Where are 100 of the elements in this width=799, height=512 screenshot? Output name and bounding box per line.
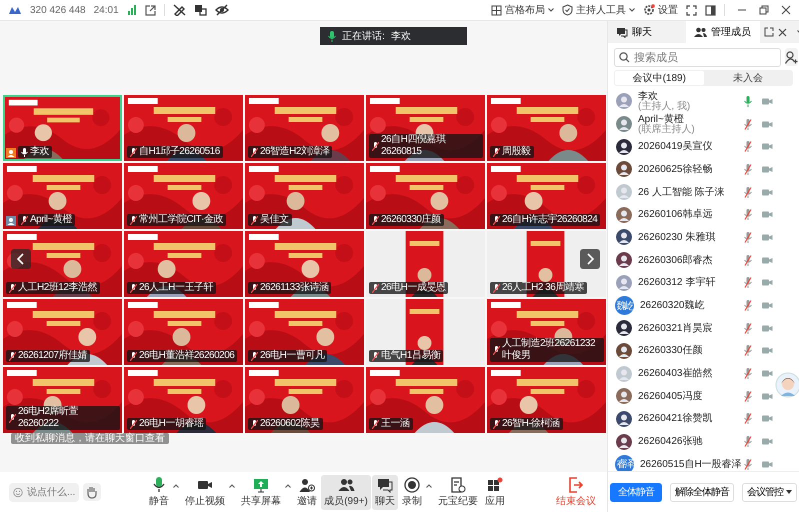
video-tile[interactable]: 26260602陈昊 <box>245 367 364 433</box>
participant-name: 26260602陈昊 <box>260 418 320 430</box>
end-meeting-button[interactable]: 结束会议 <box>553 474 599 510</box>
restore-icon[interactable] <box>759 5 769 15</box>
microphone-icon[interactable] <box>744 300 752 312</box>
video-tile[interactable]: 26智造H2刘漳泽 <box>245 95 364 161</box>
microphone-icon[interactable] <box>744 322 752 334</box>
chevron-right-icon <box>586 253 594 265</box>
video-tile[interactable]: 26261207府佳婧 <box>3 299 122 365</box>
close-icon[interactable] <box>781 5 791 15</box>
toolbar-button[interactable]: 邀请 <box>294 474 320 510</box>
microphone-icon[interactable] <box>744 141 752 152</box>
video-tile[interactable]: 人工H2班12李浩然 <box>3 231 122 297</box>
toolbar-button[interactable]: 成员(99+) <box>321 474 371 510</box>
video-tile[interactable]: April~黄橙 <box>3 163 122 229</box>
video-tile[interactable]: 人工制造2班26261232叶俊男 <box>487 299 606 365</box>
caret-icon[interactable] <box>229 484 236 488</box>
microphone-icon[interactable] <box>744 186 752 198</box>
toolbar-menu[interactable]: 宫格布局 <box>491 3 554 17</box>
camera-icon[interactable] <box>762 188 773 196</box>
panel-tab[interactable]: 管理成员 <box>686 21 760 43</box>
toolbar-button[interactable]: 应用 <box>482 474 508 510</box>
caret-icon[interactable] <box>285 484 292 488</box>
microphone-icon[interactable] <box>744 254 752 266</box>
video-tile[interactable]: 吴佳文 <box>245 163 364 229</box>
camera-icon[interactable] <box>762 120 773 128</box>
microphone-icon[interactable] <box>744 458 752 470</box>
panel-button[interactable]: 全体静音 <box>610 482 662 502</box>
camera-icon[interactable] <box>762 234 773 241</box>
segment-tab[interactable]: 未入会 <box>704 71 792 85</box>
sidebar-icon[interactable] <box>705 4 716 16</box>
camera-icon[interactable] <box>762 211 773 218</box>
camera-icon[interactable] <box>762 460 773 468</box>
pop-out-icon[interactable] <box>764 27 774 37</box>
camera-icon[interactable] <box>762 370 773 378</box>
video-tile[interactable]: 李欢 <box>3 95 122 161</box>
member-name: April~黄橙 <box>638 114 684 125</box>
toolbar-button[interactable]: 元宝纪要 <box>434 474 481 510</box>
camera-icon[interactable] <box>762 279 773 286</box>
microphone-icon[interactable] <box>744 436 752 448</box>
camera-icon[interactable] <box>762 143 773 150</box>
video-tile[interactable]: 常州工学院CIT·金政 <box>124 163 243 229</box>
microphone-icon[interactable] <box>744 164 752 175</box>
camera-icon[interactable] <box>762 324 773 332</box>
camera-icon[interactable] <box>762 347 773 354</box>
pen-off-icon[interactable] <box>172 4 186 16</box>
toolbar-button[interactable]: 录制 <box>398 474 425 510</box>
microphone-icon[interactable] <box>744 413 752 424</box>
video-tile[interactable]: 王一涵 <box>366 367 485 433</box>
video-tile[interactable]: 26电H一胡睿瑶 <box>124 367 243 433</box>
avatar-icon <box>616 161 632 178</box>
eye-off-icon[interactable] <box>214 4 229 16</box>
panel-button[interactable]: 解除全体静音 <box>670 482 734 502</box>
video-tile[interactable]: 26电H一曹可凡 <box>245 299 364 365</box>
camera-icon[interactable] <box>762 256 773 264</box>
avatar-icon <box>616 274 632 291</box>
video-tile[interactable]: 26智H-徐柯涵 <box>487 367 606 433</box>
next-page-button[interactable] <box>580 249 600 269</box>
microphone-icon[interactable] <box>744 118 752 130</box>
toolbar-menu[interactable]: 主持人工具 <box>562 3 635 17</box>
panel-tab[interactable]: 聊天 <box>608 21 682 43</box>
toolbar-button[interactable]: 共享屏幕 <box>238 474 284 510</box>
comment-field[interactable]: 说点什么... <box>9 482 79 502</box>
raise-hand-button[interactable] <box>83 483 101 501</box>
video-tile[interactable]: 周殷毅 <box>487 95 606 161</box>
video-tile[interactable]: 26260330庄颜 <box>366 163 485 229</box>
video-tile[interactable]: 26电H董浩祥26260206 <box>124 299 243 365</box>
camera-icon[interactable] <box>762 98 773 105</box>
search-field[interactable]: 搜索成员 <box>614 48 781 67</box>
toolbar-button[interactable]: 聊天 <box>372 474 398 510</box>
video-tile[interactable]: 26自H四倪嘉琪26260815 <box>366 95 485 161</box>
toolbar-button[interactable]: 停止视频 <box>182 474 228 510</box>
camera-icon[interactable] <box>762 415 773 422</box>
microphone-icon[interactable] <box>744 277 752 288</box>
camera-icon[interactable] <box>762 392 773 400</box>
external-link-icon[interactable] <box>144 4 156 16</box>
microphone-icon[interactable] <box>744 96 752 107</box>
video-tile[interactable]: 26自H许志宇26260824 <box>487 163 606 229</box>
microphone-icon[interactable] <box>744 390 752 402</box>
video-tile[interactable]: 自H1邱子26260516 <box>124 95 243 161</box>
video-tile[interactable]: 26人工H一王子轩 <box>124 231 243 297</box>
add-member-button[interactable] <box>785 48 798 66</box>
caret-icon[interactable] <box>173 484 180 488</box>
video-tile[interactable]: 26261133张诗涵 <box>245 231 364 297</box>
close-icon[interactable] <box>778 28 787 36</box>
segment-tab[interactable]: 会议中(189) <box>615 71 704 85</box>
camera-icon[interactable] <box>762 302 773 310</box>
previous-page-button[interactable] <box>11 249 31 269</box>
microphone-icon[interactable] <box>744 345 752 356</box>
video-tile[interactable]: 26电H2席昕萱26260222 <box>3 367 122 433</box>
microphone-icon[interactable] <box>744 232 752 243</box>
fullscreen-icon[interactable] <box>686 4 697 16</box>
microphone-icon[interactable] <box>744 209 752 220</box>
panel-button[interactable]: 会议管控 <box>742 482 797 502</box>
camera-icon[interactable] <box>762 438 773 446</box>
toolbar-button[interactable]: 静音 <box>146 474 172 510</box>
microphone-icon[interactable] <box>744 368 752 380</box>
caret-icon[interactable] <box>426 484 432 488</box>
toolbar-menu[interactable]: 设置 <box>643 3 678 17</box>
camera-icon[interactable] <box>762 166 773 173</box>
